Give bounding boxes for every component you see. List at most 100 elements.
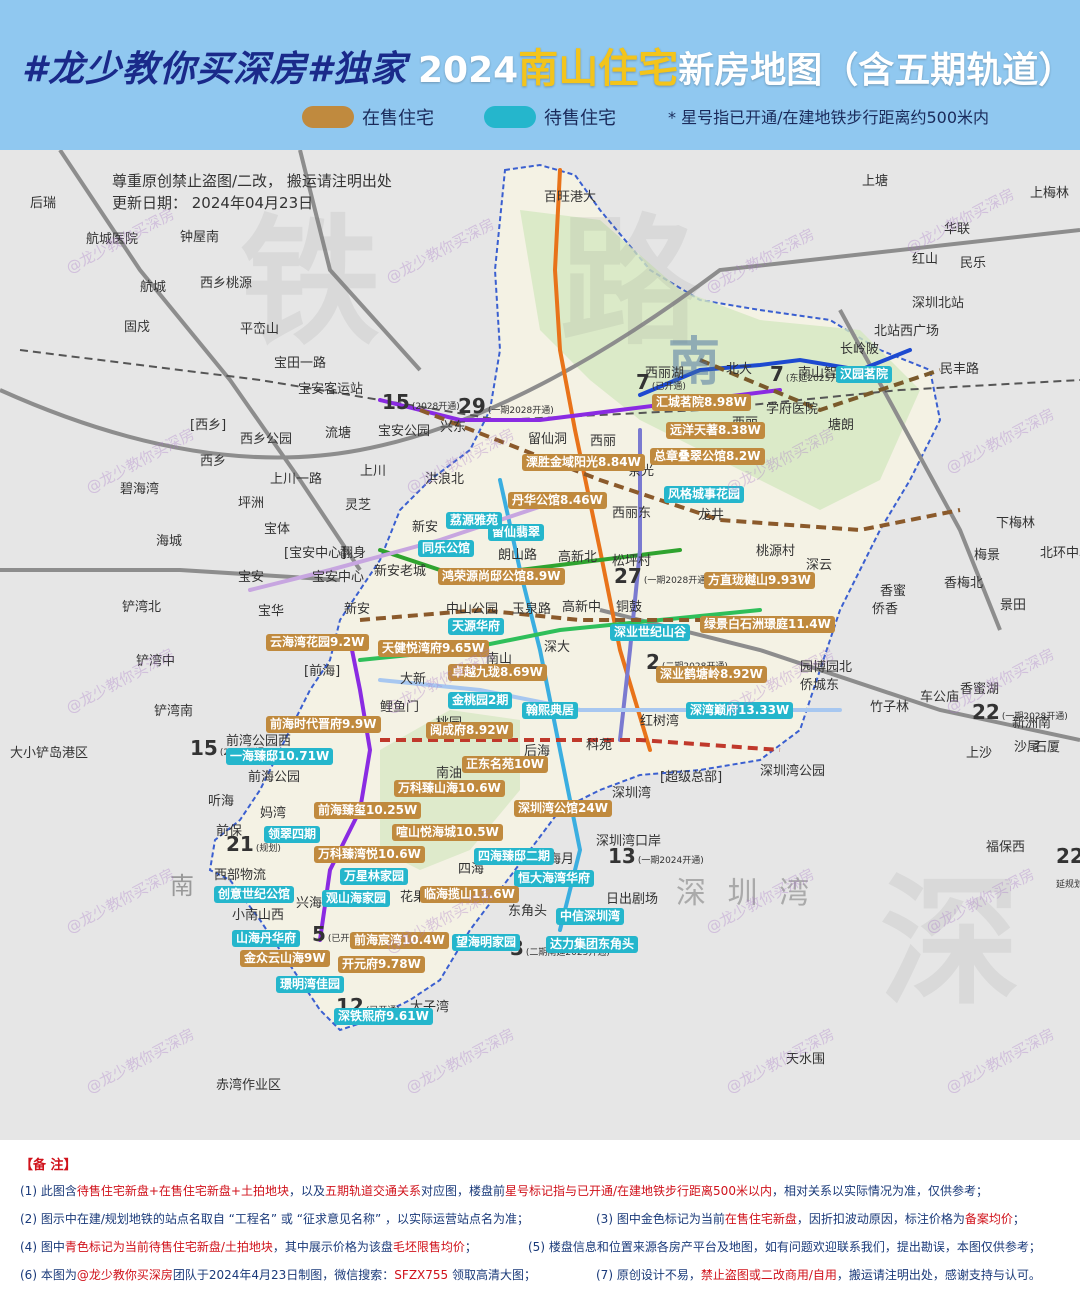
place-super-hq: [超级总部] bbox=[660, 770, 723, 785]
estate-label[interactable]: 深业鹤塘岭8.92W bbox=[656, 666, 767, 683]
estate-label[interactable]: 丹华公馆8.46W bbox=[508, 492, 607, 509]
metro-line-number: 5 bbox=[312, 922, 326, 946]
estate-label[interactable]: 深铁熙府9.61W bbox=[334, 1008, 433, 1025]
estate-label[interactable]: 天源华府 bbox=[448, 618, 505, 635]
estate-label[interactable]: 正东名苑10W bbox=[462, 756, 548, 773]
estate-label[interactable]: 万星林家园 bbox=[340, 868, 409, 885]
note-4-red2: 毛坯限售均价 bbox=[392, 1240, 465, 1254]
place-chiwan: 赤湾作业区 bbox=[216, 1078, 282, 1093]
place-shangchuan1: 上川一路 bbox=[270, 472, 323, 487]
estate-label[interactable]: 前海时代晋府9.9W bbox=[266, 716, 381, 733]
update-date: 更新日期： 2024年04月23日 bbox=[112, 194, 314, 212]
note-5: (5) 楼盘信息和位置来源各房产平台及地图，如有问题欢迎联系我们，提出勘误，本图… bbox=[528, 1240, 1041, 1254]
metro-line-l29: 29 (一期2028开通) bbox=[458, 394, 554, 418]
estate-label[interactable]: 远洋天著8.38W bbox=[666, 422, 765, 439]
estate-label[interactable]: 一海臻邸10.71W bbox=[226, 748, 334, 765]
estate-label[interactable]: 观山海家园 bbox=[322, 890, 391, 907]
notes-heading: 【备 注】 bbox=[20, 1158, 77, 1173]
estate-label[interactable]: 汉园茗院 bbox=[836, 366, 893, 383]
place-xinghai: 兴海 bbox=[296, 896, 323, 911]
estate-label[interactable]: 前海臻玺10.25W bbox=[314, 802, 422, 819]
legend-pending: 待售住宅 bbox=[484, 104, 616, 130]
estate-label[interactable]: 溧胜金域阳光8.84W bbox=[522, 454, 645, 471]
place-gucheng: 固戍 bbox=[124, 320, 151, 335]
note-6-c: 领取高清大图； bbox=[448, 1268, 536, 1282]
estate-label[interactable]: 四海臻邸二期 bbox=[474, 848, 555, 865]
note-7-red: 禁止盗图或二改商用/自用 bbox=[700, 1268, 837, 1282]
note-3: (3) 图中金色标记为当前在售住宅新盘，因折扣波动原因，标注价格为备案均价； bbox=[596, 1210, 1025, 1227]
place-mawan: 妈湾 bbox=[260, 806, 287, 821]
on-sale-swatch bbox=[302, 106, 354, 128]
place-xinan: 新安 bbox=[412, 520, 439, 535]
estate-label[interactable]: 璟明湾佳园 bbox=[276, 976, 345, 993]
place-jingtian: 景田 bbox=[1000, 598, 1027, 613]
place-meijing: 梅景 bbox=[974, 548, 1001, 563]
estate-label[interactable]: 鸿荣源尚邸公馆8.9W bbox=[438, 568, 565, 585]
estate-label[interactable]: 金桃园2期 bbox=[448, 692, 513, 709]
note-3-red: 在售住宅新盘 bbox=[724, 1212, 797, 1226]
note-4-c: ； bbox=[464, 1240, 477, 1254]
estate-label[interactable]: 恒大海湾华府 bbox=[514, 870, 595, 887]
estate-label[interactable]: 金众云山海9W bbox=[240, 950, 330, 967]
estate-label[interactable]: 万科臻湾悦10.6W bbox=[314, 846, 425, 863]
estate-label[interactable]: 望海明家园 bbox=[452, 934, 521, 951]
note-3-red2: 备案均价 bbox=[964, 1212, 1013, 1226]
metro-line-number: 29 bbox=[458, 394, 486, 418]
place-bihaiwan: 碧海湾 bbox=[120, 482, 160, 497]
estate-label[interactable]: 达力集团东角头 bbox=[546, 936, 639, 953]
metro-line-note: (一期2028开通) bbox=[643, 576, 710, 586]
place-tongding: 铜鼓 bbox=[616, 600, 643, 615]
estate-label[interactable]: 深圳湾公馆24W bbox=[514, 800, 612, 817]
note-1-d: ，相对关系以实际情况为准，仅供参考； bbox=[771, 1184, 988, 1198]
place-daxiaochan: 大小铲岛港区 bbox=[10, 746, 89, 761]
estate-label[interactable]: 深业世纪山谷 bbox=[610, 624, 691, 641]
note-1-c: 对应图，楼盘前 bbox=[420, 1184, 505, 1198]
estate-label[interactable]: 总章叠翠公馆8.2W bbox=[650, 448, 765, 465]
estate-label[interactable]: 领翠四期 bbox=[264, 826, 321, 843]
estate-label[interactable]: 方直珑樾山9.93W bbox=[704, 572, 815, 589]
place-bei-huan: 北环中心 bbox=[1040, 546, 1080, 561]
metro-line-note: (2028开通) bbox=[411, 402, 460, 412]
place-xibu-wuliu: 西部物流 bbox=[214, 868, 267, 883]
legend-star-note: * 星号指已开通/在建地铁步行距离约500米内 bbox=[668, 108, 990, 127]
place-hangcheng: 航城 bbox=[140, 280, 167, 295]
place-qianwan-park: 前海公园 bbox=[248, 770, 301, 785]
metro-line-l22: 22 (一期2028开通) bbox=[972, 700, 1068, 724]
map-title: 2024南山住宅新房地图（含五期轨道） bbox=[418, 36, 1074, 94]
estate-label[interactable]: 翰熙典居 bbox=[522, 702, 579, 719]
estate-label[interactable]: 创意世纪公馆 bbox=[214, 886, 295, 903]
place-zhongshan-park: 中山公园 bbox=[446, 602, 499, 617]
note-1-red3: 星号标记指与已开通/在建地铁步行距离500米以内 bbox=[505, 1184, 772, 1198]
note-3-b: ，因折扣波动原因，标注价格为 bbox=[796, 1212, 965, 1226]
place-gaoxin-mid: 高新中 bbox=[562, 600, 602, 615]
estate-label[interactable]: 万科臻山海10.6W bbox=[394, 780, 505, 797]
legend-on-sale: 在售住宅 bbox=[302, 104, 434, 130]
metro-line-number: 13 bbox=[608, 844, 636, 868]
header-banner: #龙少教你买深房#独家 2024南山住宅新房地图（含五期轨道） 在售住宅 待售住… bbox=[0, 0, 1080, 150]
estate-label[interactable]: 同乐公馆 bbox=[418, 540, 475, 557]
estate-label[interactable]: 阅成府8.92W bbox=[426, 722, 513, 739]
metro-line-number: 21 bbox=[226, 832, 254, 856]
estate-label[interactable]: 中信深圳湾 bbox=[556, 908, 625, 925]
estate-label[interactable]: 荔源雅苑 bbox=[446, 512, 503, 529]
place-risheng: 日出剧场 bbox=[606, 892, 659, 907]
estate-label[interactable]: 山海丹华府 bbox=[232, 930, 301, 947]
estate-label[interactable]: 云海湾花园9.2W bbox=[266, 634, 369, 651]
place-shangchuan: 上川 bbox=[360, 464, 387, 479]
place-xiangmi: 香蜜 bbox=[880, 584, 907, 599]
note-1: (1) 此图含待售住宅新盘+在售住宅新盘+土拍地块，以及五期轨道交通关系对应图，… bbox=[20, 1182, 988, 1199]
note-4: (4) 图中青色标记为当前待售住宅新盘/土拍地块，其中展示价格为该盘毛坯限售均价… bbox=[20, 1238, 477, 1255]
place-xinli-east: 西丽东 bbox=[612, 506, 652, 521]
place-xixiang-park: 西乡公园 bbox=[240, 432, 293, 447]
estate-label[interactable]: 喧山悦海城10.5W bbox=[392, 824, 503, 841]
place-zhuzilin: 竹子林 bbox=[870, 700, 910, 715]
estate-label[interactable]: 开元府9.78W bbox=[338, 956, 425, 973]
estate-label[interactable]: 汇城茗院8.98W bbox=[652, 394, 751, 411]
place-qianhai: [前海] bbox=[304, 664, 341, 679]
place-changlingpi: 长岭陂 bbox=[840, 342, 880, 357]
map-canvas[interactable]: 铁 路 深 南 尊重原创禁止盗图/二改， 搬运请注明出处 更新日期： 2024年… bbox=[0, 150, 1080, 1140]
estate-label[interactable]: 绿景白石洲璟庭11.4W bbox=[700, 616, 835, 633]
place-honglihu: 红树湾 bbox=[640, 714, 680, 729]
place-baoan-park: 宝安公园 bbox=[378, 424, 431, 439]
place-shenzhenwan-park: 深圳湾公园 bbox=[760, 764, 826, 779]
